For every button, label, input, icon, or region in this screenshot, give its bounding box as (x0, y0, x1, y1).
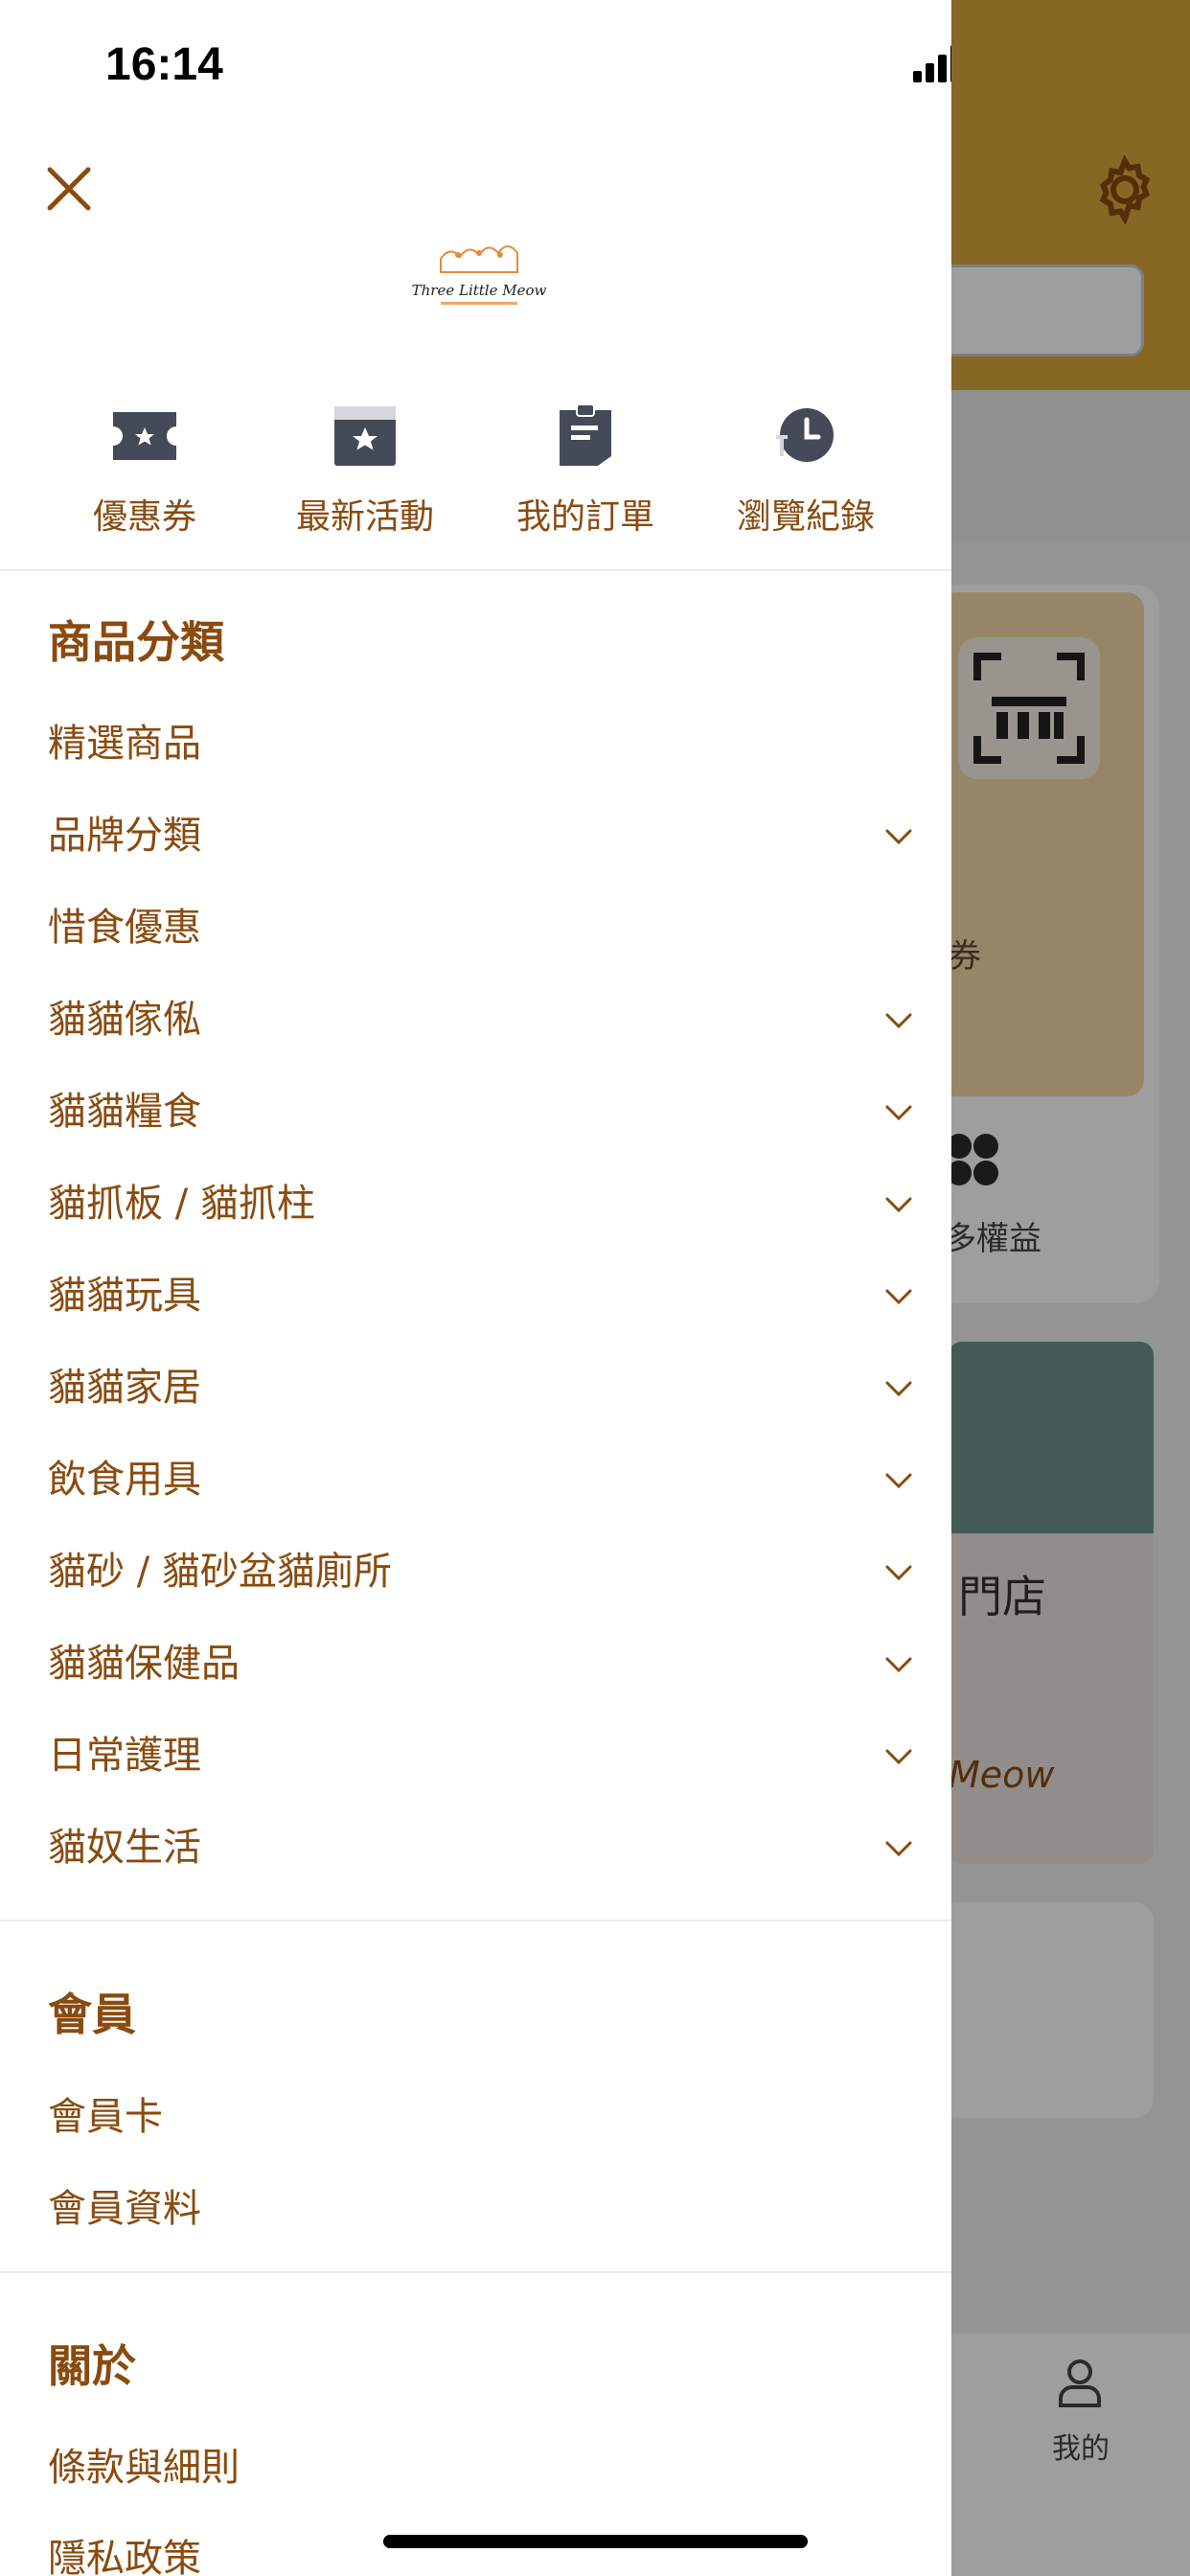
menu-item-terms[interactable]: 條款與細則 (0, 2417, 951, 2503)
quick-link-history[interactable]: 瀏覽紀錄 (705, 402, 906, 546)
chevron-down-icon (885, 829, 912, 845)
order-icon (560, 403, 611, 466)
menu-item-brands[interactable]: 品牌分類 (0, 785, 951, 871)
menu-item-label: 貓貓玩具 (48, 1274, 201, 1318)
divider (0, 2271, 951, 2273)
close-icon[interactable] (38, 158, 100, 219)
menu-item-label: 會員資料 (48, 2187, 201, 2231)
menu-item-label: 貓貓傢俬 (48, 998, 201, 1042)
divider (0, 569, 951, 571)
quick-link-label: 優惠券 (92, 497, 196, 537)
menu-item-litter[interactable]: 貓砂 / 貓砂盆貓廁所 (0, 1521, 951, 1607)
menu-item-furniture[interactable]: 貓貓傢俬 (0, 969, 951, 1055)
divider (0, 1920, 951, 1921)
menu-item-label: 貓砂 / 貓砂盆貓廁所 (48, 1550, 392, 1594)
menu-item-label: 惜食優惠 (48, 906, 201, 950)
chevron-down-icon (885, 1749, 912, 1765)
section-title-member: 會員 (48, 1989, 136, 2040)
menu-item-label: 貓貓糧食 (48, 1090, 201, 1134)
menu-item-label: 精選商品 (48, 722, 201, 766)
quick-link-label: 我的訂單 (515, 497, 654, 537)
chevron-down-icon (885, 1381, 912, 1397)
menu-item-member-card[interactable]: 會員卡 (0, 2066, 951, 2152)
menu-item-label: 貓貓保健品 (48, 1642, 240, 1686)
menu-item-feeding[interactable]: 飲食用具 (0, 1429, 951, 1515)
menu-item-label: 品牌分類 (48, 814, 201, 858)
status-icons (910, 42, 951, 84)
quick-link-coupons[interactable]: 優惠券 (44, 402, 245, 546)
svg-text:Three Little Meow: Three Little Meow (412, 282, 547, 299)
quick-link-orders[interactable]: 我的訂單 (485, 402, 686, 546)
chevron-down-icon (885, 1289, 912, 1305)
chevron-down-icon (885, 1841, 912, 1857)
chevron-down-icon (885, 1013, 912, 1029)
section-title-categories: 商品分類 (48, 616, 224, 668)
quick-link-label: 最新活動 (295, 497, 434, 537)
chevron-down-icon (885, 1565, 912, 1581)
quick-link-label: 瀏覽紀錄 (736, 497, 875, 537)
chevron-down-icon (885, 1197, 912, 1213)
section-title-about: 關於 (48, 2340, 136, 2392)
coupon-icon (113, 412, 176, 460)
menu-item-label: 日常護理 (48, 1734, 201, 1778)
menu-item-label: 條款與細則 (48, 2446, 240, 2490)
menu-item-home[interactable]: 貓貓家居 (0, 1337, 951, 1423)
chevron-down-icon (885, 1657, 912, 1673)
menu-item-label: 隱私政策 (48, 2537, 201, 2576)
menu-item-food-saving[interactable]: 惜食優惠 (0, 877, 951, 963)
menu-item-care[interactable]: 日常護理 (0, 1705, 951, 1791)
menu-item-lifestyle[interactable]: 貓奴生活 (0, 1797, 951, 1883)
chevron-down-icon (885, 1105, 912, 1121)
menu-item-label: 會員卡 (48, 2095, 163, 2139)
menu-item-health[interactable]: 貓貓保健品 (0, 1613, 951, 1699)
menu-item-cat-food[interactable]: 貓貓糧食 (0, 1061, 951, 1147)
brand-logo: Three Little Meow (412, 245, 547, 305)
menu-item-label: 貓貓家居 (48, 1366, 201, 1410)
menu-item-label: 貓抓板 / 貓抓柱 (48, 1182, 315, 1226)
side-drawer: 16:14 Three Little Meow 優惠券 最新活動 我的訂單 瀏覽… (0, 0, 951, 2576)
menu-item-featured[interactable]: 精選商品 (0, 693, 951, 779)
status-time: 16:14 (105, 39, 223, 90)
history-icon (776, 408, 834, 462)
menu-item-scratchers[interactable]: 貓抓板 / 貓抓柱 (0, 1153, 951, 1239)
menu-item-toys[interactable]: 貓貓玩具 (0, 1245, 951, 1331)
chevron-down-icon (885, 1473, 912, 1489)
quick-link-events[interactable]: 最新活動 (264, 402, 466, 546)
event-icon (334, 406, 396, 466)
menu-item-member-profile[interactable]: 會員資料 (0, 2158, 951, 2244)
signal-wifi-battery-icon (913, 45, 951, 82)
menu-item-label: 飲食用具 (48, 1458, 201, 1502)
home-indicator (383, 2535, 808, 2548)
menu-item-label: 貓奴生活 (48, 1826, 201, 1870)
